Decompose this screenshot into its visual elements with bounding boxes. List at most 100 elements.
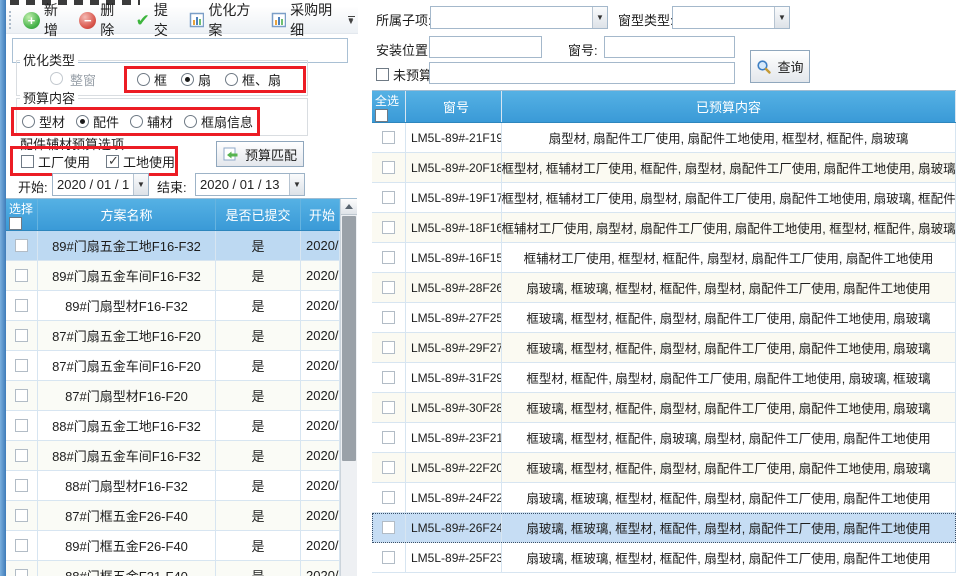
table-row[interactable]: LM5L-89#-28F26扇玻璃, 框玻璃, 框型材, 框配件, 扇型材, 扇… xyxy=(372,273,956,303)
optimize-plan-button[interactable]: 优化方案 xyxy=(184,0,266,43)
table-row[interactable]: LM5L-89#-30F28框玻璃, 框型材, 框配件, 扇型材, 扇配件工厂使… xyxy=(372,393,956,423)
radio-profile[interactable]: 型材 xyxy=(22,112,65,131)
radio-icon xyxy=(184,115,197,128)
row-checkbox[interactable] xyxy=(15,389,28,402)
window-type-dropdown-button[interactable]: ▼ xyxy=(774,7,789,28)
table-row[interactable]: LM5L-89#-26F24扇玻璃, 框玻璃, 框型材, 框配件, 扇型材, 扇… xyxy=(372,513,956,543)
row-checkbox[interactable] xyxy=(382,461,395,474)
select-all-checkbox[interactable] xyxy=(375,109,388,122)
end-date-dropdown-button[interactable]: ▼ xyxy=(289,174,304,195)
submit-button[interactable]: ✔ 提交 xyxy=(131,0,185,43)
row-select-cell xyxy=(372,543,406,572)
radio-frame[interactable]: 框 xyxy=(137,70,167,89)
window-no-input[interactable] xyxy=(604,36,735,58)
budgeted-content-column-header[interactable]: 已预算内容 xyxy=(502,91,956,122)
toolbar-grip[interactable] xyxy=(9,11,13,29)
checkbox-factory-use[interactable]: 工厂使用 xyxy=(21,152,90,171)
add-button[interactable]: + 新增 xyxy=(18,0,74,43)
row-checkbox[interactable] xyxy=(382,161,395,174)
row-checkbox[interactable] xyxy=(382,281,395,294)
table-row[interactable]: 88#门扇型材F16-F32是2020/0 xyxy=(6,471,340,501)
table-row[interactable]: 89#门框五金F26-F40是2020/0 xyxy=(6,531,340,561)
table-row[interactable]: LM5L-89#-19F17框型材, 框辅材工厂使用, 扇型材, 扇配件工厂使用… xyxy=(372,183,956,213)
install-position-input[interactable] xyxy=(429,36,542,58)
row-checkbox[interactable] xyxy=(15,299,28,312)
radio-frame-sash-info[interactable]: 框扇信息 xyxy=(184,112,253,131)
row-checkbox[interactable] xyxy=(382,551,395,564)
table-row[interactable]: LM5L-89#-16F15框辅材工厂使用, 框型材, 框配件, 扇型材, 扇配… xyxy=(372,243,956,273)
table-row[interactable]: 87#门框五金F26-F40是2020/0 xyxy=(6,501,340,531)
start-column-header[interactable]: 开始 xyxy=(301,199,340,230)
query-button[interactable]: 查询 xyxy=(750,50,810,83)
table-row[interactable]: LM5L-89#-22F20框玻璃, 框型材, 框配件, 扇型材, 扇配件工厂使… xyxy=(372,453,956,483)
row-checkbox[interactable] xyxy=(15,329,28,342)
plan-table-scrollbar[interactable] xyxy=(340,199,357,576)
table-row[interactable]: LM5L-89#-20F18框型材, 框辅材工厂使用, 框配件, 扇型材, 扇配… xyxy=(372,153,956,183)
row-checkbox[interactable] xyxy=(15,539,28,552)
budget-match-button[interactable]: 预算匹配 xyxy=(216,141,304,167)
checkbox-unbudgeted[interactable]: 未预算: xyxy=(376,65,436,84)
window-no-column-header[interactable]: 窗号 xyxy=(406,91,502,122)
row-select-cell xyxy=(6,471,38,500)
end-date-editor[interactable]: 2020 / 01 / 13 ▼ xyxy=(195,173,305,196)
table-row[interactable]: LM5L-89#-24F22扇玻璃, 框玻璃, 框型材, 框配件, 扇型材, 扇… xyxy=(372,483,956,513)
table-row[interactable]: 88#门扇五金车间F16-F32是2020/0 xyxy=(6,441,340,471)
radio-auxiliary[interactable]: 辅材 xyxy=(130,112,173,131)
row-checkbox[interactable] xyxy=(382,341,395,354)
table-row[interactable]: 88#门框五金F21-F40是2020/0 xyxy=(6,561,340,576)
table-row[interactable]: 89#门扇五金工地F16-F32是2020/0 xyxy=(6,231,340,261)
submitted-cell: 是 xyxy=(216,501,301,530)
row-checkbox[interactable] xyxy=(382,431,395,444)
table-row[interactable]: LM5L-89#-25F23扇玻璃, 框玻璃, 框型材, 框配件, 扇型材, 扇… xyxy=(372,543,956,573)
table-row[interactable]: LM5L-89#-29F27框玻璃, 框型材, 框配件, 扇型材, 扇配件工厂使… xyxy=(372,333,956,363)
row-checkbox[interactable] xyxy=(382,371,395,384)
scroll-up-button[interactable] xyxy=(341,199,357,215)
select-all-checkbox[interactable] xyxy=(9,217,22,230)
row-checkbox[interactable] xyxy=(15,269,28,282)
table-row[interactable]: LM5L-89#-27F25框玻璃, 框型材, 框配件, 扇型材, 扇配件工厂使… xyxy=(372,303,956,333)
table-row[interactable]: LM5L-89#-31F29框型材, 框配件, 扇型材, 扇配件工厂使用, 扇配… xyxy=(372,363,956,393)
delete-button[interactable]: − 删除 xyxy=(74,0,130,43)
row-checkbox[interactable] xyxy=(382,251,395,264)
plan-name-column-header[interactable]: 方案名称 xyxy=(38,199,216,230)
table-row[interactable]: LM5L-89#-23F21框玻璃, 框型材, 框配件, 扇玻璃, 扇型材, 扇… xyxy=(372,423,956,453)
row-checkbox[interactable] xyxy=(15,569,28,576)
row-checkbox[interactable] xyxy=(382,311,395,324)
row-checkbox[interactable] xyxy=(382,221,395,234)
sub-item-dropdown-button[interactable]: ▼ xyxy=(592,7,607,28)
row-checkbox[interactable] xyxy=(382,521,395,534)
radio-sash[interactable]: 扇 xyxy=(181,70,211,89)
row-checkbox[interactable] xyxy=(382,491,395,504)
window-type-combobox[interactable]: ▼ xyxy=(672,6,790,29)
table-row[interactable]: LM5L-89#-21F19扇型材, 扇配件工厂使用, 扇配件工地使用, 框型材… xyxy=(372,123,956,153)
table-row[interactable]: LM5L-89#-18F16框辅材工厂使用, 扇型材, 扇配件工厂使用, 扇配件… xyxy=(372,213,956,243)
table-row[interactable]: 87#门扇型材F16-F20是2020/0 xyxy=(6,381,340,411)
row-select-cell xyxy=(6,531,38,560)
scrollbar-thumb[interactable] xyxy=(342,216,356,461)
row-checkbox[interactable] xyxy=(15,479,28,492)
radio-icon xyxy=(22,115,35,128)
start-date-editor[interactable]: 2020 / 01 / 1 ▼ xyxy=(52,173,149,196)
toolbar-overflow-button[interactable]: ▼ xyxy=(344,11,358,31)
radio-frame-sash[interactable]: 框、扇 xyxy=(225,70,281,89)
row-checkbox[interactable] xyxy=(15,449,28,462)
start-date-dropdown-button[interactable]: ▼ xyxy=(133,174,148,195)
sub-item-combobox[interactable]: ▼ xyxy=(430,6,608,29)
row-checkbox[interactable] xyxy=(382,131,395,144)
row-checkbox[interactable] xyxy=(15,419,28,432)
unbudgeted-input[interactable] xyxy=(429,62,735,84)
table-row[interactable]: 87#门扇五金工地F16-F20是2020/0 xyxy=(6,321,340,351)
table-row[interactable]: 87#门扇五金车间F16-F20是2020/0 xyxy=(6,351,340,381)
panel-splitter[interactable] xyxy=(362,0,372,576)
row-checkbox[interactable] xyxy=(15,509,28,522)
checkbox-site-use[interactable]: 工地使用 xyxy=(106,152,175,171)
row-checkbox[interactable] xyxy=(15,359,28,372)
radio-fitting[interactable]: 配件 xyxy=(76,112,119,131)
table-row[interactable]: 89#门扇型材F16-F32是2020/0 xyxy=(6,291,340,321)
submitted-column-header[interactable]: 是否已提交 xyxy=(216,199,301,230)
table-row[interactable]: 88#门扇五金工地F16-F32是2020/0 xyxy=(6,411,340,441)
row-checkbox[interactable] xyxy=(15,239,28,252)
row-checkbox[interactable] xyxy=(382,191,395,204)
table-row[interactable]: 89#门扇五金车间F16-F32是2020/0 xyxy=(6,261,340,291)
row-checkbox[interactable] xyxy=(382,401,395,414)
